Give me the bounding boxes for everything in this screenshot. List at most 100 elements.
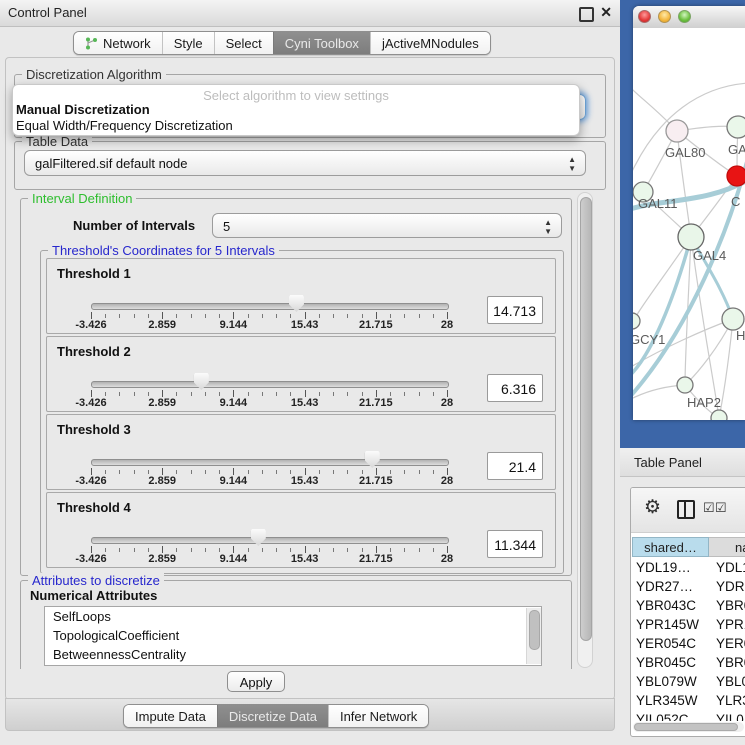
table-data-combo[interactable]: galFiltered.sif default node ▲▼ [24, 150, 586, 176]
checkbox-icon[interactable]: ☑ [703, 501, 715, 514]
tab-label: Cyni Toolbox [285, 36, 359, 51]
tab-network[interactable]: Network [74, 32, 162, 54]
tick-label: 9.144 [220, 475, 248, 487]
attribute-list-item[interactable]: SelfLoops [45, 607, 541, 626]
tick-label: -3.426 [75, 319, 106, 331]
tab-infer-network[interactable]: Infer Network [328, 705, 428, 727]
tick-mark [134, 392, 135, 396]
network-node[interactable] [677, 377, 693, 393]
network-node[interactable] [678, 224, 704, 250]
table-row[interactable]: YDL19…YDL1 [632, 558, 745, 577]
tick-mark [419, 392, 420, 396]
tick-mark [390, 470, 391, 474]
tick-mark [119, 470, 120, 474]
table-row[interactable]: YIL052CYIL0 [632, 710, 745, 721]
tick-mark [433, 548, 434, 552]
tick-label: 21.715 [359, 319, 393, 331]
tick-mark [262, 392, 263, 396]
tick-mark [276, 470, 277, 474]
network-node-label: H [736, 328, 745, 343]
table-row[interactable]: YPR145WYPR1 [632, 615, 745, 634]
threshold-value-field[interactable]: 6.316 [487, 374, 543, 402]
numerical-attributes-list[interactable]: SelfLoopsTopologicalCoefficientBetweenne… [44, 606, 542, 666]
close-traffic-light[interactable] [638, 10, 651, 23]
network-node[interactable] [666, 120, 688, 142]
network-node[interactable] [727, 166, 745, 186]
tick-mark [376, 546, 377, 553]
apply-button[interactable]: Apply [227, 671, 285, 692]
tab-discretize-data[interactable]: Discretize Data [217, 705, 328, 727]
table-row[interactable]: YDR27…YDR2 [632, 577, 745, 596]
network-node[interactable] [711, 410, 727, 420]
tick-mark [176, 314, 177, 318]
popup-option-equal-width-frequency[interactable]: Equal Width/Frequency Discretization [16, 118, 233, 133]
tick-mark [319, 314, 320, 318]
table-row[interactable]: YBR045CYBR0 [632, 653, 745, 672]
network-graph[interactable]: GAL80GACGAL11GAL4GCY1HHAP2 [633, 28, 745, 420]
scrollbar-thumb[interactable] [529, 610, 540, 650]
tick-mark [176, 392, 177, 396]
number-of-intervals-combo[interactable]: 5 ▲▼ [212, 213, 562, 238]
network-edge[interactable] [719, 319, 733, 418]
tick-mark [205, 548, 206, 552]
slider-track[interactable] [91, 303, 449, 310]
network-window: GAL80GACGAL11GAL4GCY1HHAP2 [633, 6, 745, 420]
threshold-value-field[interactable]: 11.344 [487, 530, 543, 558]
close-icon[interactable]: ✕ [600, 5, 612, 20]
tick-label: 2.859 [148, 475, 176, 487]
scrollbar-thumb[interactable] [580, 197, 592, 641]
minimize-traffic-light[interactable] [658, 10, 671, 23]
network-canvas[interactable]: GAL80GACGAL11GAL4GCY1HHAP2 [633, 28, 745, 420]
split-table-icon[interactable] [677, 500, 695, 519]
slider-track[interactable] [91, 459, 449, 466]
table-row[interactable]: YBR043CYBR0 [632, 596, 745, 615]
table-horizontal-scrollbar[interactable] [633, 722, 744, 732]
zoom-traffic-light[interactable] [678, 10, 691, 23]
network-node[interactable] [722, 308, 744, 330]
attribute-list-item[interactable]: BetweennessCentrality [45, 645, 541, 664]
tick-mark [333, 314, 334, 318]
tab-select[interactable]: Select [214, 32, 273, 54]
table-row[interactable]: YBL079WYBL0 [632, 672, 745, 691]
tab-style[interactable]: Style [162, 32, 214, 54]
column-header-shared[interactable]: shared… [632, 537, 709, 557]
scrollbar-thumb[interactable] [634, 723, 738, 731]
network-edge[interactable] [633, 237, 691, 328]
column-header-name[interactable]: na [709, 537, 745, 557]
tick-mark [105, 392, 106, 396]
number-of-intervals-value: 5 [223, 219, 230, 234]
table-row[interactable]: YLR345WYLR3 [632, 691, 745, 710]
threshold-panel-4: Threshold 4-3.4262.8599.14415.4321.71528… [46, 492, 556, 568]
threshold-label: Threshold 3 [57, 422, 131, 437]
float-window-icon[interactable] [579, 7, 594, 22]
tick-mark [376, 312, 377, 319]
threshold-value-field[interactable]: 21.4 [487, 452, 543, 480]
tab-cyni-toolbox[interactable]: Cyni Toolbox [273, 32, 370, 54]
tick-mark [447, 468, 448, 475]
tick-mark [390, 392, 391, 396]
network-node[interactable] [633, 313, 640, 329]
bottom-tab-strip: Impute DataDiscretize DataInfer Network [123, 704, 429, 728]
tick-mark [148, 314, 149, 318]
attributes-scrollbar[interactable] [526, 608, 541, 664]
tick-mark [433, 392, 434, 396]
gear-icon[interactable]: ⚙ [644, 498, 661, 518]
checkbox-icon[interactable]: ☑ [715, 501, 727, 514]
tick-label: 28 [441, 397, 453, 409]
table-row[interactable]: YER054CYER0 [632, 634, 745, 653]
tick-label: 15.43 [291, 319, 319, 331]
cell-shared-name: YBR045C [636, 653, 696, 672]
cell-name: YDL1 [716, 558, 745, 577]
attribute-list-item[interactable]: TopologicalCoefficient [45, 626, 541, 645]
tick-mark [248, 314, 249, 318]
slider-track[interactable] [91, 537, 449, 544]
popup-option-manual-discretization[interactable]: Manual Discretization [16, 102, 150, 117]
cell-name: YDR2 [716, 577, 745, 596]
threshold-value-field[interactable]: 14.713 [487, 296, 543, 324]
tick-mark [134, 470, 135, 474]
network-node[interactable] [727, 116, 745, 138]
slider-track[interactable] [91, 381, 449, 388]
tab-impute-data[interactable]: Impute Data [124, 705, 217, 727]
tab-jactivemnodules[interactable]: jActiveMNodules [370, 32, 490, 54]
main-vertical-scrollbar[interactable] [577, 192, 593, 668]
